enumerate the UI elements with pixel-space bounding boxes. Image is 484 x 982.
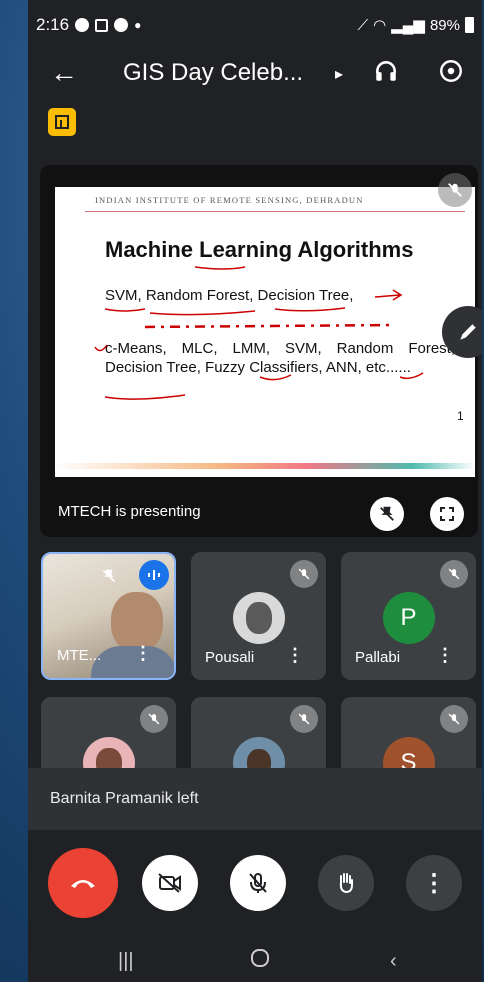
presenting-label: MTECH is presenting (58, 503, 201, 520)
avatar: P (382, 592, 435, 644)
fullscreen-button[interactable] (430, 497, 464, 531)
participant-tile[interactable]: P Pallabi ⋮ (341, 552, 476, 680)
battery-level: 89% (429, 16, 460, 34)
participant-name: MTE... (57, 647, 102, 664)
mute-icon: ⟋ (357, 16, 369, 34)
mic-off-icon (140, 705, 168, 733)
more-options-icon[interactable]: ⋮ (436, 645, 454, 666)
more-options-icon[interactable]: ⋮ (134, 643, 152, 664)
raise-hand-button[interactable] (318, 855, 374, 911)
mic-off-icon (440, 705, 468, 733)
mic-off-button[interactable] (230, 855, 286, 911)
back-icon[interactable]: ‹ (390, 950, 397, 973)
mute-presenter-button[interactable] (438, 173, 472, 207)
home-icon[interactable] (250, 948, 270, 974)
notification-icon-2 (114, 18, 129, 32)
participant-tile[interactable]: Pousali ⋮ (191, 552, 326, 680)
toast-notification: Barnita Pramanik left (28, 768, 482, 830)
more-options-icon[interactable]: ⋮ (286, 645, 304, 666)
slide: INDIAN INSTITUTE OF REMOTE SENSING, DEHR… (55, 187, 475, 477)
phone-screen: 2:16 ● ⟋ ◠ ▂▄▆ 89% ← GIS Day Celeb... ▸ (28, 0, 482, 982)
slide-annotations (94, 266, 424, 400)
more-options-button[interactable]: ⋮ (406, 855, 462, 911)
participant-name: Pallabi (355, 649, 401, 666)
call-controls: ⋮ (28, 830, 482, 930)
meeting-title[interactable]: GIS Day Celeb... (123, 59, 303, 87)
mic-off-icon (290, 705, 318, 733)
battery-icon (465, 17, 474, 33)
more-notifications-icon: ● (134, 18, 142, 32)
recents-icon[interactable]: ||| (118, 950, 134, 973)
participant-tile-self[interactable]: MTE... ⋮ (41, 552, 176, 680)
participant-name: Pousali (205, 649, 255, 666)
toast-message: Barnita Pramanik left (50, 790, 199, 807)
slide-footer-stripe (55, 463, 475, 469)
presentation-tile[interactable]: INDIAN INSTITUTE OF REMOTE SENSING, DEHR… (40, 165, 478, 537)
back-arrow-icon[interactable]: ← (50, 57, 78, 89)
system-nav-bar: ||| ‹ (28, 940, 482, 982)
headphones-icon[interactable] (373, 58, 399, 84)
mic-off-icon (440, 560, 468, 588)
avatar (232, 592, 285, 644)
status-bar: 2:16 ● ⟋ ◠ ▂▄▆ 89% (28, 0, 482, 50)
status-time: 2:16 (36, 15, 70, 34)
more-vert-icon: ⋮ (422, 869, 446, 897)
switch-camera-icon[interactable] (438, 58, 464, 84)
unpin-button[interactable] (370, 497, 404, 531)
end-call-button[interactable] (48, 848, 118, 918)
signal-icon: ▂▄▆ (391, 17, 425, 34)
speaking-indicator-icon (139, 560, 169, 590)
gallery-icon (95, 18, 109, 32)
camera-off-button[interactable] (142, 855, 198, 911)
pin-off-icon[interactable] (95, 562, 123, 590)
wifi-icon: ◠ (373, 17, 387, 34)
chevron-right-icon[interactable]: ▸ (335, 64, 343, 84)
mic-off-icon (290, 560, 318, 588)
notification-icon (75, 18, 90, 32)
host-controls-icon[interactable] (48, 108, 76, 136)
meeting-header: ← GIS Day Celeb... ▸ (28, 50, 482, 96)
